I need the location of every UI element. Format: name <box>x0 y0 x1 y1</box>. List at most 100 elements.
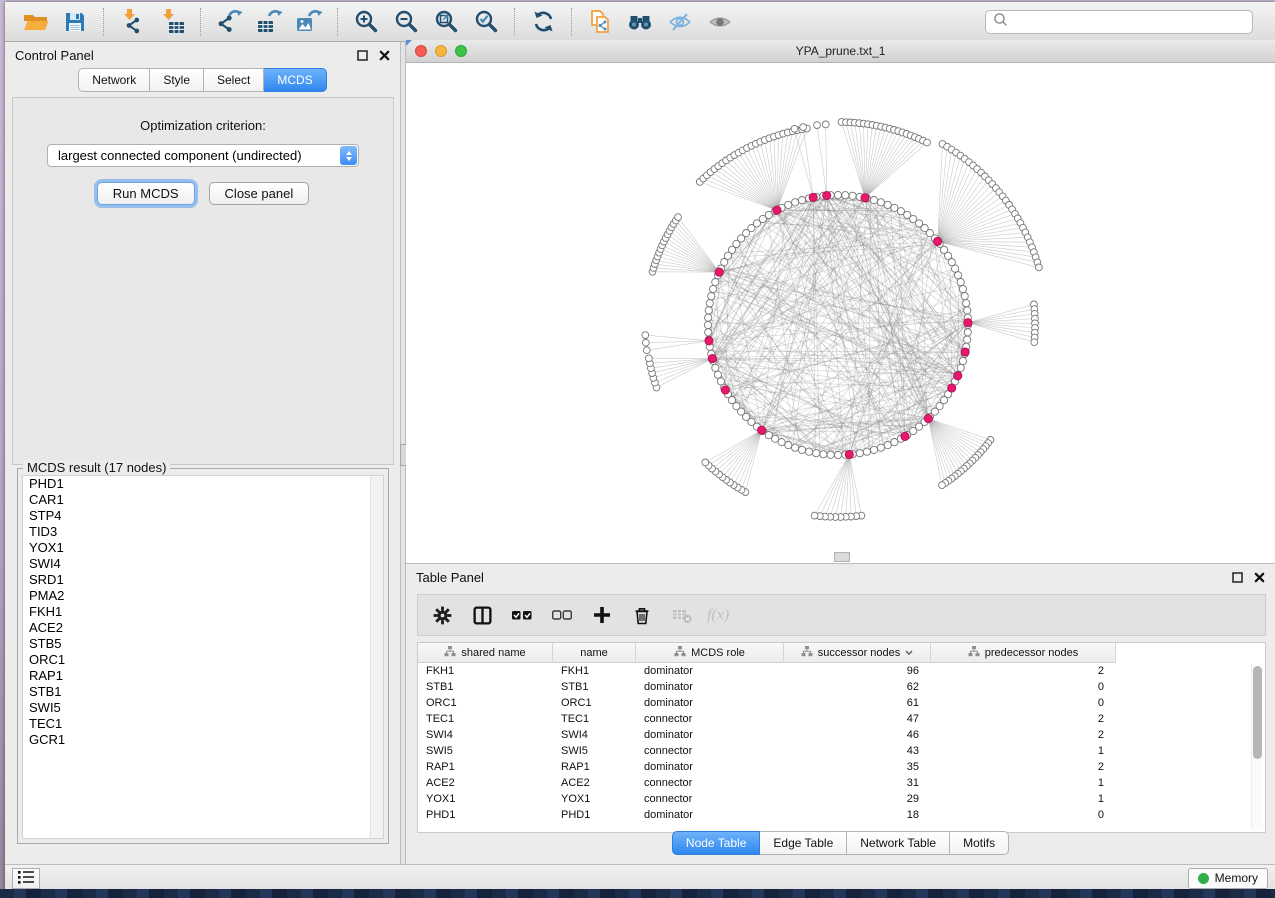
table-row[interactable]: SWI5SWI5connector431 <box>418 743 1265 759</box>
export-network-icon[interactable] <box>209 6 249 38</box>
zoom-selected-icon[interactable] <box>466 6 506 38</box>
cell-shared-name: PHD1 <box>418 807 553 823</box>
binoculars-icon[interactable] <box>620 6 660 38</box>
table-row[interactable]: FKH1FKH1dominator962 <box>418 663 1265 679</box>
network-graph[interactable] <box>406 62 1275 563</box>
export-image-icon[interactable] <box>289 6 329 38</box>
export-table-icon[interactable] <box>249 6 289 38</box>
criterion-select[interactable]: largest connected component (undirected) <box>47 144 359 167</box>
zoom-in-icon[interactable] <box>346 6 386 38</box>
table-row[interactable]: STB1STB1dominator620 <box>418 679 1265 695</box>
deselect-all-icon[interactable] <box>546 599 578 631</box>
tab-edge-table[interactable]: Edge Table <box>760 831 847 855</box>
cell-predecessor-nodes: 0 <box>931 807 1116 823</box>
search-box[interactable] <box>985 10 1253 34</box>
delete-icon[interactable] <box>626 599 658 631</box>
mcds-result-item[interactable]: STB5 <box>23 636 383 652</box>
run-mcds-button[interactable]: Run MCDS <box>97 182 195 205</box>
network-canvas[interactable] <box>406 62 1275 563</box>
mcds-result-item[interactable]: FKH1 <box>23 604 383 620</box>
cell-name: PHD1 <box>553 807 636 823</box>
mcds-result-item[interactable]: ACE2 <box>23 620 383 636</box>
close-panel-button[interactable]: Close panel <box>209 182 310 205</box>
network-view-titlebar[interactable]: YPA_prune.txt_1 <box>406 40 1275 63</box>
mcds-result-item[interactable]: SRD1 <box>23 572 383 588</box>
cell-predecessor-nodes: 2 <box>931 711 1116 727</box>
tab-network[interactable]: Network <box>78 68 150 92</box>
toolbar-separator <box>571 8 572 36</box>
column-header-shared-name[interactable]: shared name <box>418 643 553 662</box>
task-history-button[interactable] <box>12 868 40 889</box>
close-panel-icon[interactable] <box>379 50 390 61</box>
add-icon[interactable] <box>586 599 618 631</box>
column-header-MCDS-role[interactable]: MCDS role <box>636 643 784 662</box>
mcds-result-item[interactable]: STP4 <box>23 508 383 524</box>
eye-hidden-icon[interactable] <box>660 6 700 38</box>
mcds-result-item[interactable]: PMA2 <box>23 588 383 604</box>
column-header-predecessor-nodes[interactable]: predecessor nodes <box>931 643 1116 662</box>
cell-name: SWI4 <box>553 727 636 743</box>
mcds-result-list[interactable]: PHD1CAR1STP4TID3YOX1SWI4SRD1PMA2FKH1ACE2… <box>22 475 384 839</box>
table-scrollbar[interactable] <box>1251 664 1263 829</box>
tab-mcds[interactable]: MCDS <box>264 68 326 92</box>
tab-motifs[interactable]: Motifs <box>950 831 1009 855</box>
cell-predecessor-nodes: 2 <box>931 759 1116 775</box>
mcds-result-item[interactable]: SWI5 <box>23 700 383 716</box>
cell-MCDS-role: dominator <box>636 695 784 711</box>
zoom-fit-icon[interactable] <box>426 6 466 38</box>
node-table[interactable]: shared namenameMCDS rolesuccessor nodesp… <box>417 642 1266 833</box>
table-row[interactable]: ORC1ORC1dominator610 <box>418 695 1265 711</box>
tab-network-table[interactable]: Network Table <box>847 831 950 855</box>
mcds-result-item[interactable]: RAP1 <box>23 668 383 684</box>
mcds-result-item[interactable]: TEC1 <box>23 716 383 732</box>
cell-predecessor-nodes: 1 <box>931 743 1116 759</box>
mcds-result-item[interactable]: ORC1 <box>23 652 383 668</box>
clone-network-icon[interactable] <box>580 6 620 38</box>
import-network-icon[interactable] <box>112 6 152 38</box>
refresh-icon[interactable] <box>523 6 563 38</box>
zoom-out-icon[interactable] <box>386 6 426 38</box>
horizontal-splitter-handle[interactable] <box>834 552 850 562</box>
close-window-icon[interactable] <box>415 45 427 57</box>
settings-icon[interactable] <box>426 599 458 631</box>
tab-node-table[interactable]: Node Table <box>672 831 761 855</box>
tab-select[interactable]: Select <box>204 68 264 92</box>
table-panel-title: Table Panel <box>416 570 484 585</box>
maximize-window-icon[interactable] <box>455 45 467 57</box>
column-header-name[interactable]: name <box>553 643 636 662</box>
float-table-panel-icon[interactable] <box>1232 572 1243 583</box>
table-row[interactable]: YOX1YOX1connector291 <box>418 791 1265 807</box>
search-input[interactable] <box>1013 14 1245 30</box>
mcds-result-item[interactable]: PHD1 <box>23 476 383 492</box>
split-columns-icon[interactable] <box>466 599 498 631</box>
column-menu-icon[interactable] <box>905 647 913 659</box>
select-stepper-icon <box>340 146 357 165</box>
mcds-list-scrollbar[interactable] <box>370 476 383 838</box>
table-row[interactable]: PHD1PHD1dominator180 <box>418 807 1265 823</box>
table-row[interactable]: TEC1TEC1connector472 <box>418 711 1265 727</box>
tab-style[interactable]: Style <box>150 68 204 92</box>
table-scrollbar-thumb[interactable] <box>1253 666 1262 759</box>
minimize-window-icon[interactable] <box>435 45 447 57</box>
memory-button[interactable]: Memory <box>1188 868 1268 889</box>
table-row[interactable]: RAP1RAP1dominator352 <box>418 759 1265 775</box>
table-row[interactable]: ACE2ACE2connector311 <box>418 775 1265 791</box>
mcds-result-item[interactable]: CAR1 <box>23 492 383 508</box>
select-all-icon[interactable] <box>506 599 538 631</box>
import-table-icon[interactable] <box>152 6 192 38</box>
eye-icon[interactable] <box>700 6 740 38</box>
mcds-result-item[interactable]: SWI4 <box>23 556 383 572</box>
mcds-result-item[interactable]: TID3 <box>23 524 383 540</box>
float-panel-icon[interactable] <box>357 50 368 61</box>
save-icon[interactable] <box>55 6 95 38</box>
open-folder-icon[interactable] <box>15 6 55 38</box>
cell-MCDS-role: dominator <box>636 679 784 695</box>
cell-predecessor-nodes: 0 <box>931 679 1116 695</box>
mcds-result-item[interactable]: YOX1 <box>23 540 383 556</box>
table-row[interactable]: SWI4SWI4dominator462 <box>418 727 1265 743</box>
close-table-panel-icon[interactable] <box>1254 572 1265 583</box>
mcds-result-item[interactable]: STB1 <box>23 684 383 700</box>
cell-successor-nodes: 47 <box>784 711 931 727</box>
column-header-successor-nodes[interactable]: successor nodes <box>784 643 931 662</box>
mcds-result-item[interactable]: GCR1 <box>23 732 383 748</box>
